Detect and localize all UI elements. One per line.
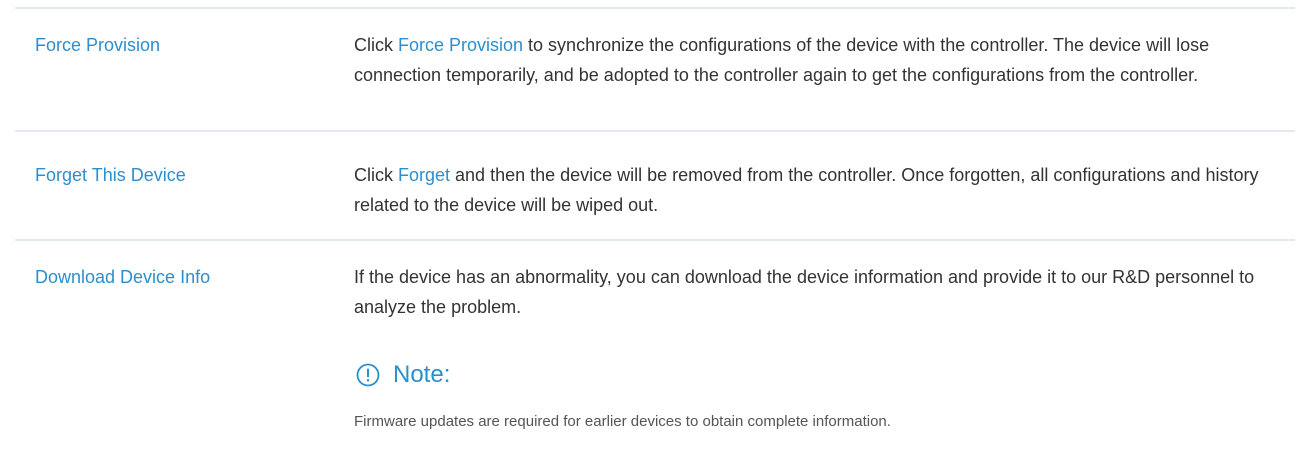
description-text: Click <box>354 165 398 185</box>
force-provision-link[interactable]: Force Provision <box>398 35 523 55</box>
settings-description-table: Force Provision Click Force Provision to… <box>0 0 1303 452</box>
forget-link[interactable]: Forget <box>398 165 450 185</box>
table-row-force-provision: Force Provision Click Force Provision to… <box>15 9 1295 132</box>
row-label-download-device-info[interactable]: Download Device Info <box>35 262 210 292</box>
description-text: and then the device will be removed from… <box>354 165 1259 215</box>
row-description-force-provision: Click Force Provision to synchronize the… <box>354 30 1264 90</box>
note-header: Note: <box>354 358 450 392</box>
table-row-download-device-info: Download Device Info If the device has a… <box>15 241 1295 452</box>
note-title: Note: <box>393 361 451 388</box>
row-description-forget-device: Click Forget and then the device will be… <box>354 160 1264 220</box>
exclamation-circle-icon <box>356 363 380 387</box>
row-label-forget-device[interactable]: Forget This Device <box>35 160 186 190</box>
row-description-download-device-info: If the device has an abnormality, you ca… <box>354 267 1255 317</box>
table-row-forget-device: Forget This Device Click Forget and then… <box>15 132 1295 242</box>
note-text: Firmware updates are required for earlie… <box>354 413 891 430</box>
row-label-force-provision[interactable]: Force Provision <box>35 30 160 60</box>
description-text: Click <box>354 35 398 55</box>
